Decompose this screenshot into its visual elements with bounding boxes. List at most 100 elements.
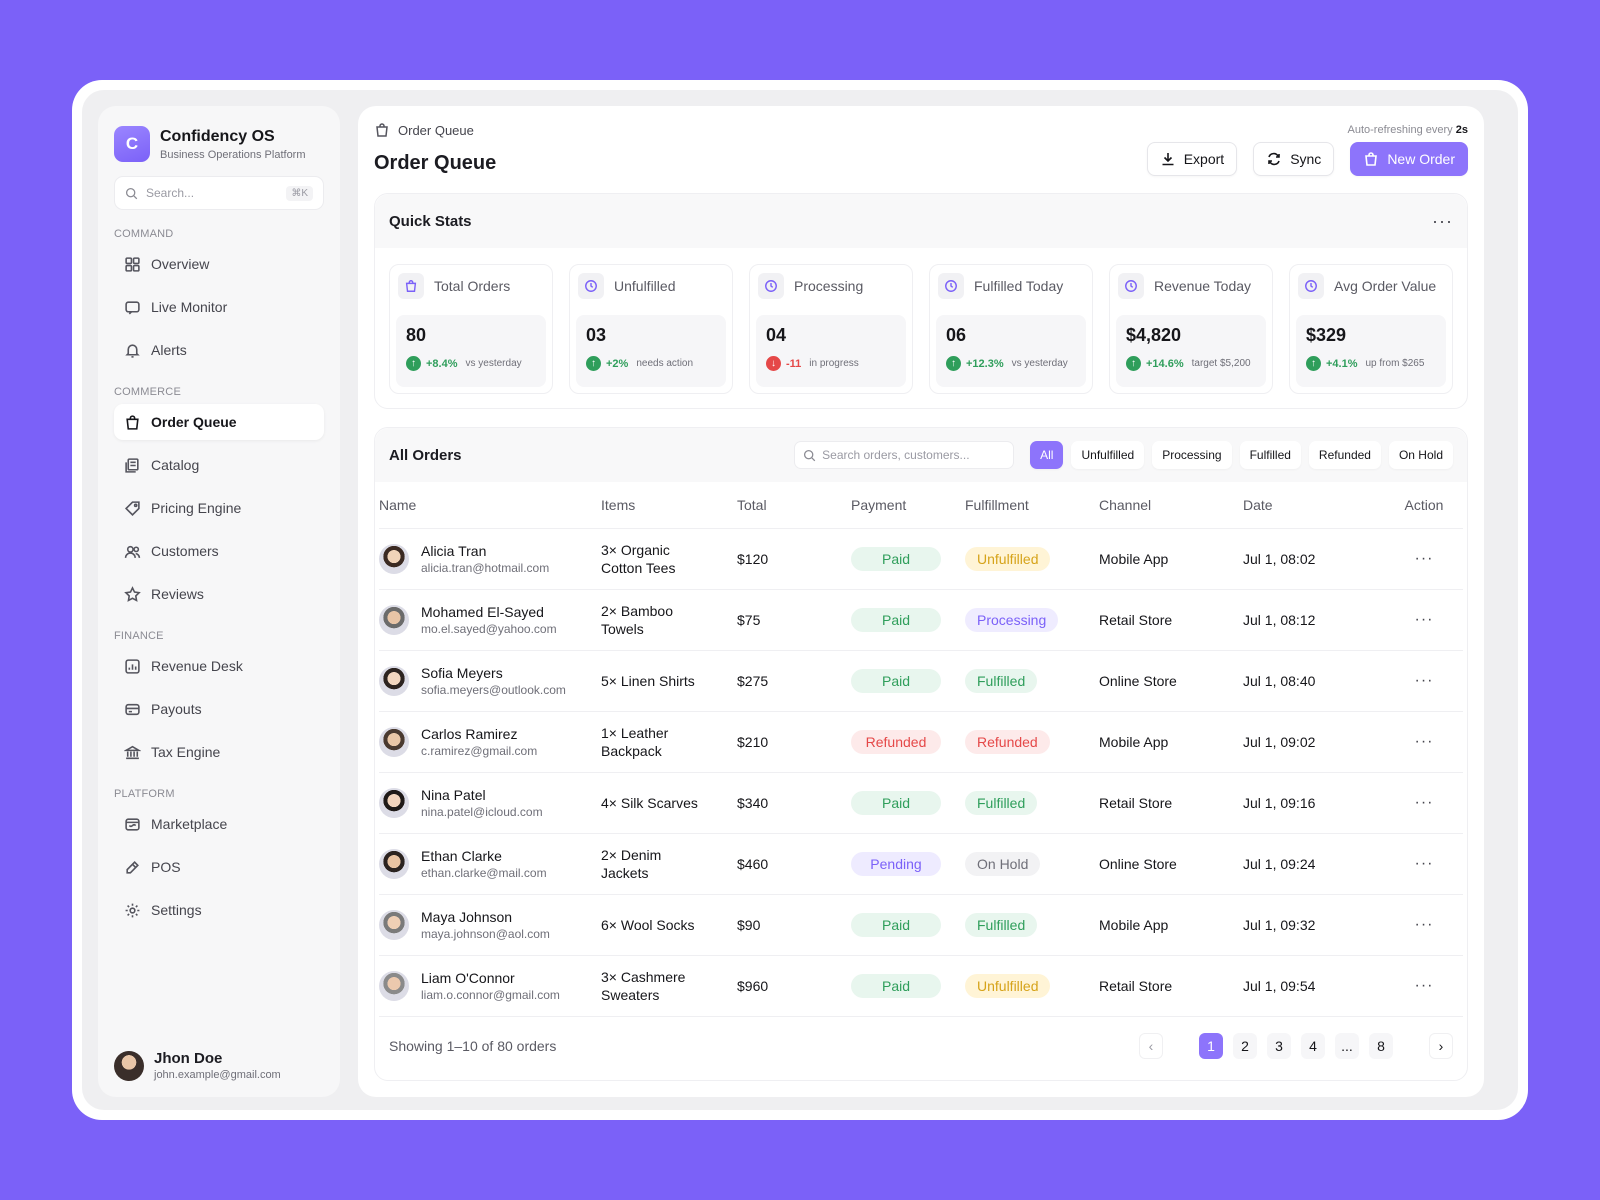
- order-total: $75: [737, 589, 851, 651]
- page-button[interactable]: 3: [1267, 1032, 1291, 1059]
- customer-name[interactable]: Mohamed El-Sayed: [421, 604, 557, 620]
- stat-header: Fulfilled Today: [936, 271, 1086, 301]
- export-button[interactable]: Export: [1146, 142, 1238, 176]
- filter-chip-processing[interactable]: Processing: [1152, 441, 1232, 469]
- column-header[interactable]: Fulfillment: [965, 482, 1099, 529]
- customer-name[interactable]: Ethan Clarke: [421, 848, 547, 864]
- customer-cell: Carlos Ramirez c.ramirez@gmail.com: [379, 711, 601, 773]
- customer-cell: Sofia Meyers sofia.meyers@outlook.com: [379, 650, 601, 712]
- stat-card[interactable]: Unfulfilled 03 ↑ +2% needs action: [569, 264, 733, 394]
- filter-chip-fulfilled[interactable]: Fulfilled: [1239, 441, 1301, 469]
- sidebar-item-customers[interactable]: Customers: [114, 533, 324, 569]
- brand: C Confidency OS Business Operations Plat…: [114, 124, 324, 164]
- customer: Liam O'Connor liam.o.connor@gmail.com: [379, 970, 601, 1002]
- sidebar-item-pos[interactable]: POS: [114, 849, 324, 885]
- chevron-left-icon[interactable]: ‹: [1139, 1032, 1163, 1059]
- page-button[interactable]: 2: [1233, 1032, 1257, 1059]
- payment-status-badge: Paid: [851, 973, 941, 998]
- column-header[interactable]: Total: [737, 482, 851, 529]
- new-order-button[interactable]: New Order: [1350, 142, 1468, 176]
- brand-title: Confidency OS: [160, 128, 275, 145]
- filter-chip-all[interactable]: All: [1030, 441, 1064, 469]
- page-button[interactable]: 1: [1199, 1032, 1223, 1059]
- orders-search-input[interactable]: Search orders, customers...: [794, 441, 1015, 469]
- customer-name[interactable]: Carlos Ramirez: [421, 726, 537, 742]
- action-cell: ···: [1385, 650, 1463, 712]
- filter-chip-unfulfilled[interactable]: Unfulfilled: [1071, 441, 1145, 469]
- stat-card[interactable]: Total Orders 80 ↑ +8.4% vs yesterday: [389, 264, 553, 394]
- filter-chip-on-hold[interactable]: On Hold: [1388, 441, 1453, 469]
- fulfillment-status-badge: Unfulfilled: [965, 973, 1051, 998]
- sidebar-item-pricing-engine[interactable]: Pricing Engine: [114, 490, 324, 526]
- sidebar-item-revenue-desk[interactable]: Revenue Desk: [114, 648, 324, 684]
- sidebar-item-alerts[interactable]: Alerts: [114, 332, 324, 368]
- order-channel: Mobile App: [1099, 894, 1243, 956]
- page-button[interactable]: 4: [1301, 1032, 1325, 1059]
- row-more-icon[interactable]: ···: [1415, 855, 1434, 872]
- star-icon: [124, 585, 141, 602]
- row-more-icon[interactable]: ···: [1415, 550, 1434, 567]
- row-more-icon[interactable]: ···: [1415, 733, 1434, 750]
- customer-name[interactable]: Alicia Tran: [421, 543, 549, 559]
- stat-delta-note: target $5,200: [1191, 358, 1251, 369]
- table-row[interactable]: Alicia Tran alicia.tran@hotmail.com 3× Org…: [379, 528, 1463, 590]
- filter-chips: All Unfulfilled Processing Fulfilled Refunde…: [1030, 441, 1453, 469]
- sidebar-item-tax-engine[interactable]: Tax Engine: [114, 734, 324, 770]
- column-header[interactable]: Name: [379, 482, 601, 529]
- sidebar-item-marketplace[interactable]: Marketplace: [114, 806, 324, 842]
- sidebar-item-settings[interactable]: Settings: [114, 892, 324, 928]
- sidebar-item-reviews[interactable]: Reviews: [114, 576, 324, 612]
- quick-stats-card: Quick Stats ··· Total Orders 80 ↑ +8.4% vs y…: [374, 193, 1468, 409]
- fulfillment-status-badge: Fulfilled: [965, 790, 1038, 815]
- column-header[interactable]: Action: [1385, 482, 1463, 529]
- order-items: 2× Bamboo Towels: [601, 602, 673, 637]
- table-row[interactable]: Liam O'Connor liam.o.connor@gmail.com 3× C…: [379, 955, 1463, 1017]
- more-options-icon[interactable]: ···: [1432, 211, 1453, 232]
- user-profile[interactable]: Jhon Doe john.example@gmail.com: [114, 1050, 281, 1081]
- column-header[interactable]: Date: [1243, 482, 1385, 529]
- column-header[interactable]: Items: [601, 482, 737, 529]
- table-row[interactable]: Carlos Ramirez c.ramirez@gmail.com 1× Leat…: [379, 711, 1463, 773]
- customer-email: nina.patel@icloud.com: [421, 804, 543, 819]
- row-more-icon[interactable]: ···: [1415, 794, 1434, 811]
- stat-card[interactable]: Avg Order Value $329 ↑ +4.1% up from $265: [1289, 264, 1453, 394]
- customer-email: c.ramirez@gmail.com: [421, 743, 538, 758]
- sidebar-item-catalog[interactable]: Catalog: [114, 447, 324, 483]
- sidebar-item-label: Alerts: [151, 342, 187, 358]
- stat-card[interactable]: Processing 04 ↓ -11 in progress: [749, 264, 913, 394]
- sync-button[interactable]: Sync: [1253, 142, 1335, 176]
- customer-email: liam.o.connor@gmail.com: [421, 987, 560, 1002]
- sidebar-item-label: Live Monitor: [151, 299, 228, 315]
- row-more-icon[interactable]: ···: [1415, 611, 1434, 628]
- customer-cell: Ethan Clarke ethan.clarke@mail.com: [379, 833, 601, 895]
- order-items: 3× Cashmere Sweaters: [601, 968, 686, 1003]
- filter-chip-refunded[interactable]: Refunded: [1308, 441, 1381, 469]
- row-more-icon[interactable]: ···: [1415, 916, 1434, 933]
- sidebar-item-payouts[interactable]: Payouts: [114, 691, 324, 727]
- customer-info: Sofia Meyers sofia.meyers@outlook.com: [421, 665, 566, 697]
- customer-name[interactable]: Liam O'Connor: [421, 970, 560, 986]
- table-row[interactable]: Ethan Clarke ethan.clarke@mail.com 2× Deni…: [379, 833, 1463, 895]
- sidebar-item-overview[interactable]: Overview: [114, 246, 324, 282]
- row-more-icon[interactable]: ···: [1415, 977, 1434, 994]
- column-header[interactable]: Payment: [851, 482, 965, 529]
- sidebar-item-live-monitor[interactable]: Live Monitor: [114, 289, 324, 325]
- table-row[interactable]: Sofia Meyers sofia.meyers@outlook.com 5× L…: [379, 650, 1463, 712]
- table-row[interactable]: Nina Patel nina.patel@icloud.com 4× Silk S…: [379, 772, 1463, 834]
- customer-name[interactable]: Nina Patel: [421, 787, 543, 803]
- column-header[interactable]: Channel: [1099, 482, 1243, 529]
- stat-card[interactable]: Fulfilled Today 06 ↑ +12.3% vs yesterday: [929, 264, 1093, 394]
- table-row[interactable]: Mohamed El-Sayed mo.el.sayed@yahoo.com 2× …: [379, 589, 1463, 651]
- sidebar-item-order-queue[interactable]: Order Queue: [114, 404, 324, 440]
- app-window: C Confidency OS Business Operations Plat…: [82, 90, 1518, 1110]
- chevron-right-icon[interactable]: ›: [1429, 1032, 1453, 1059]
- table-row[interactable]: Maya Johnson maya.johnson@aol.com 6× Wool …: [379, 894, 1463, 956]
- page-button[interactable]: 8: [1369, 1032, 1393, 1059]
- breadcrumb-item[interactable]: Order Queue: [398, 123, 474, 138]
- stat-card[interactable]: Revenue Today $4,820 ↑ +14.6% target $5,200: [1109, 264, 1273, 394]
- customer-name[interactable]: Maya Johnson: [421, 909, 550, 925]
- page-button[interactable]: ...: [1335, 1032, 1359, 1059]
- row-more-icon[interactable]: ···: [1415, 672, 1434, 689]
- customer-name[interactable]: Sofia Meyers: [421, 665, 566, 681]
- sidebar-search-input[interactable]: Search... ⌘K: [114, 176, 324, 210]
